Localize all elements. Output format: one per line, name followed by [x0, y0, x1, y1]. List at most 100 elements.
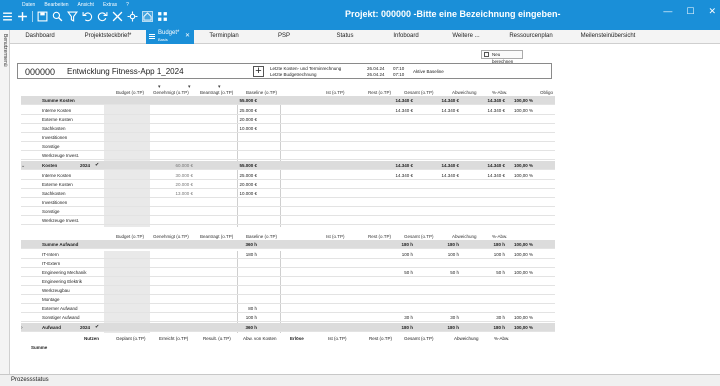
filter-arrow-icon[interactable]: ▾: [188, 84, 191, 90]
table-row[interactable]: Engineering Elektrik: [21, 277, 555, 286]
table-row[interactable]: Externe Kosten 20.000 € 20.000 €: [21, 180, 555, 189]
table-row[interactable]: Investitionen: [21, 133, 555, 142]
table-row[interactable]: Externer Aufwand 80 h: [21, 304, 555, 313]
process-status-label[interactable]: Prozessstatus: [11, 377, 49, 383]
table-row[interactable]: Interne Kosten 30.000 € 25.000 € 14.340 …: [21, 171, 555, 180]
row-label: Sonstige: [42, 144, 60, 149]
row-label: Interne Kosten: [42, 108, 72, 113]
filter-icon[interactable]: [67, 11, 78, 22]
tab-dashboard[interactable]: Dashboard: [10, 30, 70, 44]
cell-genehmigt[interactable]: 30.000 €: [147, 173, 193, 178]
tab-infoboard[interactable]: Infoboard: [376, 30, 436, 44]
table-row-kosten-2024[interactable]: Kosten 2024 ✔ 60.000 € 55.000 € 14.340 €…: [21, 161, 555, 170]
table-row-aufwand-2024[interactable]: Aufwand 2024 ✔ 360 h 180 h 180 h 180 h 1…: [21, 323, 555, 332]
tab-menu-icon[interactable]: [149, 34, 155, 39]
cell-gesamt: 100 h: [447, 252, 459, 257]
row-label: IT-Intern: [42, 252, 59, 257]
table-row[interactable]: Werkzeugbau: [21, 286, 555, 295]
tools-icon[interactable]: [112, 11, 123, 22]
settings-icon[interactable]: [127, 11, 138, 22]
table-row[interactable]: Sonstige: [21, 142, 555, 151]
tab-meilensteinuebersicht[interactable]: Meilensteinübersicht: [566, 30, 650, 44]
col-erreicht[interactable]: Erreicht (o.TP): [159, 336, 188, 341]
col-geplant[interactable]: Geplant (o.TP): [116, 336, 146, 341]
col-abweichung[interactable]: Abweichung: [454, 336, 479, 341]
col-abw-kosten[interactable]: Abw. von Kosten: [243, 336, 277, 341]
table-row[interactable]: Externe Kosten 20.000 €: [21, 115, 555, 124]
summe-label: Summe: [31, 345, 48, 350]
tab-weitere[interactable]: Weitere ...: [436, 30, 496, 44]
table-row[interactable]: Engineering Mechanik 50 h 50 h 50 h 100,…: [21, 268, 555, 277]
table-row[interactable]: Werkzeuge Invest.: [21, 151, 555, 160]
table-row[interactable]: Sachkosten 13.000 € 10.000 €: [21, 189, 555, 198]
table-row[interactable]: Sonstige: [21, 207, 555, 216]
recalculate-button[interactable]: Neu berechnen: [481, 50, 523, 64]
cell-beantragt[interactable]: 10.000 €: [211, 191, 257, 196]
minimize-icon[interactable]: —: [663, 6, 672, 17]
undo-icon[interactable]: [82, 11, 93, 22]
row-label: Sachkosten: [42, 126, 66, 131]
add-icon[interactable]: [17, 11, 28, 22]
table-row[interactable]: Sonstiger Aufwand 100 h 30 h 30 h 30 h 1…: [21, 313, 555, 322]
menu-bearbeiten[interactable]: Bearbeiten: [44, 2, 68, 8]
table-row[interactable]: Werkzeuge Invest.: [21, 216, 555, 225]
table-row-summe-kosten[interactable]: Summe Kosten 55.000 € 14.340 € 14.340 € …: [21, 96, 555, 105]
col-result[interactable]: Result. (o.TP): [203, 336, 231, 341]
cell-pct: 100,00 %: [513, 252, 533, 257]
tab-close-icon[interactable]: ✕: [185, 33, 190, 40]
collapse-icon[interactable]: ⌄: [21, 163, 25, 169]
search-icon[interactable]: [52, 11, 63, 22]
table-row[interactable]: Sachkosten 10.000 €: [21, 124, 555, 133]
table-row[interactable]: Montage: [21, 295, 555, 304]
cell-beantragt: 80 h: [248, 306, 257, 311]
module-tabs: Dashboard Projektsteckbrief* Budget* Bas…: [10, 30, 720, 44]
tab-projektsteckbrief[interactable]: Projektsteckbrief*: [70, 30, 146, 44]
col-pct-abw[interactable]: %-Abw.: [494, 336, 509, 341]
tab-ressourcenplan[interactable]: Ressourcenplan: [496, 30, 566, 44]
close-icon[interactable]: ✕: [708, 6, 716, 17]
cell-beantragt: 360 h: [245, 242, 257, 247]
expand-icon[interactable]: ›: [21, 325, 23, 331]
menu-extras[interactable]: Extras: [103, 2, 117, 8]
table-row[interactable]: Investitionen: [21, 198, 555, 207]
cell-beantragt: 55.000 €: [239, 163, 257, 168]
home-icon[interactable]: [142, 11, 153, 22]
refresh-icon[interactable]: [97, 11, 108, 22]
maximize-icon[interactable]: ☐: [686, 6, 694, 17]
last-cost-calc-date: 26.04.24: [367, 66, 385, 71]
cell-beantragt: 55.000 €: [239, 98, 257, 103]
col-gesamt[interactable]: Gesamt (o.TP): [404, 336, 434, 341]
expand-button[interactable]: +: [253, 66, 264, 77]
window-controls: — ☐ ✕: [663, 6, 716, 17]
table-row[interactable]: IT-Intern 180 h 100 h 100 h 100 h 100,00…: [21, 250, 555, 259]
menu-ansicht[interactable]: Ansicht: [78, 2, 94, 8]
row-label: Summe Kosten: [42, 98, 75, 103]
cell-beantragt[interactable]: 20.000 €: [211, 182, 257, 187]
cell-gesamt: 180 h: [447, 325, 459, 330]
tab-psp[interactable]: PSP: [254, 30, 314, 44]
filter-arrow-icon[interactable]: ▾: [218, 84, 221, 90]
table-row[interactable]: IT-Extern: [21, 259, 555, 268]
table-row-summe-aufwand[interactable]: Summe Aufwand 360 h 180 h 180 h 180 h 10…: [21, 240, 555, 249]
menu-icon[interactable]: [2, 11, 13, 22]
user-menu-sidebar[interactable]: Benutzermenü: [0, 30, 10, 374]
cell-gesamt: 14.340 €: [441, 173, 459, 178]
cell-rest: 50 h: [404, 270, 413, 275]
menu-help[interactable]: ?: [126, 2, 129, 8]
cell-genehmigt[interactable]: 13.000 €: [147, 191, 193, 196]
menu-daten[interactable]: Daten: [22, 2, 35, 8]
tab-terminplan[interactable]: Terminplan: [194, 30, 254, 44]
cell-beantragt[interactable]: 25.000 €: [211, 173, 257, 178]
row-label: Werkzeuge Invest.: [42, 153, 80, 158]
window-title: Projekt: 000000 -Bitte eine Bezeichnung …: [345, 9, 561, 19]
cell-genehmigt[interactable]: 20.000 €: [147, 182, 193, 187]
save-icon[interactable]: [37, 11, 48, 22]
tab-budget[interactable]: Budget* Basis ✕: [146, 30, 194, 44]
table-row[interactable]: Interne Kosten 25.000 € 14.340 € 14.340 …: [21, 106, 555, 115]
cell-beantragt: 25.000 €: [239, 108, 257, 113]
col-rest[interactable]: Rest (o.TP): [369, 336, 392, 341]
tab-status[interactable]: Status: [314, 30, 376, 44]
grid-icon[interactable]: [157, 11, 168, 22]
row-label: Sachkosten: [42, 191, 66, 196]
col-ist[interactable]: Ist (o.TP): [328, 336, 347, 341]
